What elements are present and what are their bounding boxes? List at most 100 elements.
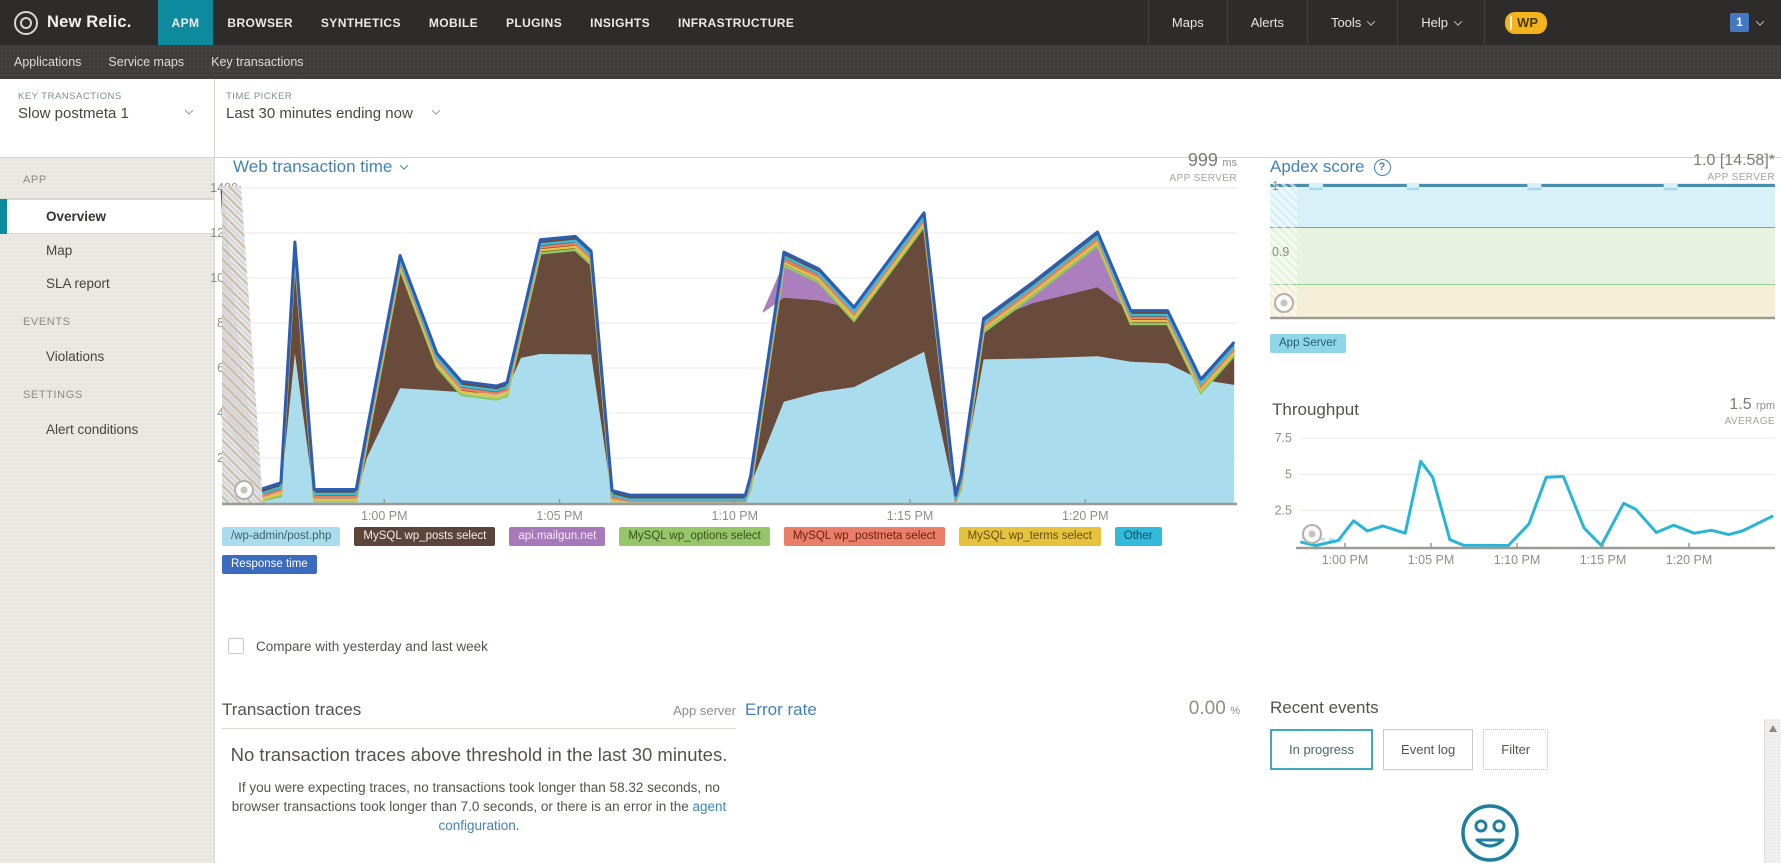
apdex-chart[interactable]: 10.9 <box>1240 175 1781 330</box>
error-rate-value: 0.00 <box>1189 698 1226 719</box>
events-tab-filter[interactable]: Filter <box>1483 729 1548 770</box>
sidebar-section-app: APP <box>0 158 214 198</box>
chevron-down-icon[interactable] <box>1756 17 1764 25</box>
transaction-traces-header: Transaction traces App server <box>222 700 736 729</box>
apdex-title-text: Apdex score <box>1270 157 1365 177</box>
events-tab-event-log[interactable]: Event log <box>1383 729 1473 770</box>
legend-badge-api-mailgun-net[interactable]: api.mailgun.net <box>509 527 605 546</box>
main-chart-title[interactable]: Web transaction time <box>233 157 407 177</box>
top-nav: New Relic. APMBROWSERSYNTHETICSMOBILEPLU… <box>0 0 1781 45</box>
apdex-value: 1.0 [14.58]* <box>1693 152 1775 169</box>
header-row: KEY TRANSACTIONS Slow postmeta 1 TIME PI… <box>0 79 1781 158</box>
error-rate-metric: 0.00 % <box>1000 698 1240 720</box>
main-chart-title-text: Web transaction time <box>233 157 392 177</box>
account-switcher[interactable]: WP <box>1484 0 1567 45</box>
subnav-item-key-transactions[interactable]: Key transactions <box>211 55 303 69</box>
apm-sub-nav: Applications Service maps Key transactions <box>0 45 1781 79</box>
error-rate-title[interactable]: Error rate <box>745 700 817 720</box>
legend-badge-mysql-wp-terms-select[interactable]: MySQL wp_terms select <box>959 527 1101 546</box>
newrelic-rings-icon <box>14 11 38 35</box>
top-nav-links: MapsAlertsToolsHelp <box>1148 0 1484 45</box>
sidebar-item-violations[interactable]: Violations <box>0 340 214 373</box>
sidebar: APPOverviewMapSLA reportEVENTSViolations… <box>0 158 215 863</box>
transaction-traces-title: Transaction traces <box>222 700 361 720</box>
throughput-value: 1.5 <box>1729 396 1751 413</box>
subnav-item-applications[interactable]: Applications <box>14 55 81 69</box>
nav-item-insights[interactable]: INSIGHTS <box>576 0 664 45</box>
nav-link-alerts[interactable]: Alerts <box>1227 0 1307 45</box>
chart-legend: /wp-admin/post.php MySQL wp_posts select a… <box>222 527 1237 574</box>
time-picker-value: Last 30 minutes ending now <box>226 105 413 122</box>
compare-row: Compare with yesterday and last week <box>228 638 488 654</box>
svg-text:1:15 PM: 1:15 PM <box>887 509 934 523</box>
nav-item-plugins[interactable]: PLUGINS <box>492 0 576 45</box>
svg-text:1:20 PM: 1:20 PM <box>1666 553 1713 567</box>
nav-item-synthetics[interactable]: SYNTHETICS <box>307 0 415 45</box>
app-server-label: App server <box>673 703 736 718</box>
no-traces-body-text: If you were expecting traces, no transac… <box>232 780 720 814</box>
legend-badge--wp-admin-post-php[interactable]: /wp-admin/post.php <box>222 527 340 546</box>
sidebar-item-sla-report[interactable]: SLA report <box>0 267 214 300</box>
legend-badge-mysql-wp-options-select[interactable]: MySQL wp_options select <box>619 527 770 546</box>
response-time-value: 999 <box>1188 150 1218 170</box>
key-transaction-picker[interactable]: KEY TRANSACTIONS Slow postmeta 1 <box>0 79 215 158</box>
legend-badge-response-time[interactable]: Response time <box>222 555 317 574</box>
nav-link-help[interactable]: Help <box>1397 0 1484 45</box>
throughput-title: Throughput <box>1272 400 1359 420</box>
no-traces-body: If you were expecting traces, no transac… <box>222 778 736 835</box>
throughput-metric: 1.5 rpm AVERAGE <box>1540 396 1775 427</box>
nav-item-mobile[interactable]: MOBILE <box>415 0 492 45</box>
sidebar-item-alert-conditions[interactable]: Alert conditions <box>0 413 214 446</box>
svg-text:1:05 PM: 1:05 PM <box>1408 553 1455 567</box>
transaction-traces-section: Transaction traces App server No transac… <box>222 700 736 835</box>
sidebar-section-settings: SETTINGS <box>0 373 214 413</box>
recent-events-title: Recent events <box>1270 698 1730 718</box>
legend-badge-mysql-wp-postmeta-select[interactable]: MySQL wp_postmeta select <box>784 527 945 546</box>
chevron-down-icon[interactable] <box>400 161 408 169</box>
top-nav-right: MapsAlertsToolsHelp WP 1 <box>1148 0 1781 45</box>
key-transactions-label: KEY TRANSACTIONS <box>18 91 122 102</box>
notification-area[interactable]: 1 <box>1707 0 1781 45</box>
apdex-title[interactable]: Apdex score ? <box>1270 157 1391 177</box>
subnav-item-service-maps[interactable]: Service maps <box>108 55 184 69</box>
svg-text:1:15 PM: 1:15 PM <box>1580 553 1627 567</box>
svg-text:1:10 PM: 1:10 PM <box>712 509 759 523</box>
svg-text:1:00 PM: 1:00 PM <box>361 509 408 523</box>
key-transaction-value: Slow postmeta 1 <box>18 105 129 122</box>
nav-item-infrastructure[interactable]: INFRASTRUCTURE <box>664 0 808 45</box>
smiley-wrap <box>1270 802 1710 864</box>
help-question-icon[interactable]: ? <box>1374 159 1391 176</box>
nav-item-apm[interactable]: APM <box>158 0 214 45</box>
app-server-badge[interactable]: App Server <box>1270 334 1346 353</box>
svg-text:1:00 PM: 1:00 PM <box>1322 553 1369 567</box>
no-traces-headline: No transaction traces above threshold in… <box>222 739 736 770</box>
svg-text:7.5: 7.5 <box>1275 431 1292 445</box>
nav-link-maps[interactable]: Maps <box>1148 0 1227 45</box>
sidebar-section-events: EVENTS <box>0 300 214 340</box>
compare-checkbox[interactable] <box>228 638 244 654</box>
nav-item-browser[interactable]: BROWSER <box>213 0 306 45</box>
nav-link-tools[interactable]: Tools <box>1307 0 1397 45</box>
chevron-down-icon <box>1367 17 1375 25</box>
sidebar-item-map[interactable]: Map <box>0 234 214 267</box>
chevron-down-icon[interactable] <box>432 106 440 114</box>
vertical-scrollbar[interactable] <box>1764 719 1781 863</box>
time-picker[interactable]: TIME PICKER Last 30 minutes ending now <box>215 79 655 158</box>
recent-events-section: Recent events In progressEvent logFilter <box>1270 698 1730 864</box>
legend-badge-mysql-wp-posts-select[interactable]: MySQL wp_posts select <box>354 527 495 546</box>
legend-badge-other[interactable]: Other <box>1115 527 1162 546</box>
legend-row-1: /wp-admin/post.php MySQL wp_posts select a… <box>222 527 1237 546</box>
newrelic-logo[interactable]: New Relic. <box>0 0 158 45</box>
web-transaction-time-chart[interactable]: 2004006008001000120014001:00 PM1:05 PM1:… <box>190 178 1250 525</box>
events-tab-in-progress[interactable]: In progress <box>1270 729 1373 770</box>
legend-row-2: Response time <box>222 555 1237 574</box>
wp-account-badge[interactable]: WP <box>1505 12 1547 34</box>
time-picker-label: TIME PICKER <box>226 91 292 102</box>
chevron-down-icon[interactable] <box>185 106 193 114</box>
sidebar-item-overview[interactable]: Overview <box>0 199 214 234</box>
scroll-up-arrow[interactable] <box>1769 725 1777 732</box>
throughput-chart[interactable]: 2.557.51:00 PM1:05 PM1:10 PM1:15 PM1:20 … <box>1240 425 1781 570</box>
svg-text:1:20 PM: 1:20 PM <box>1062 509 1109 523</box>
apdex-legend: App Server <box>1270 333 1346 351</box>
notification-count-badge[interactable]: 1 <box>1730 13 1749 32</box>
